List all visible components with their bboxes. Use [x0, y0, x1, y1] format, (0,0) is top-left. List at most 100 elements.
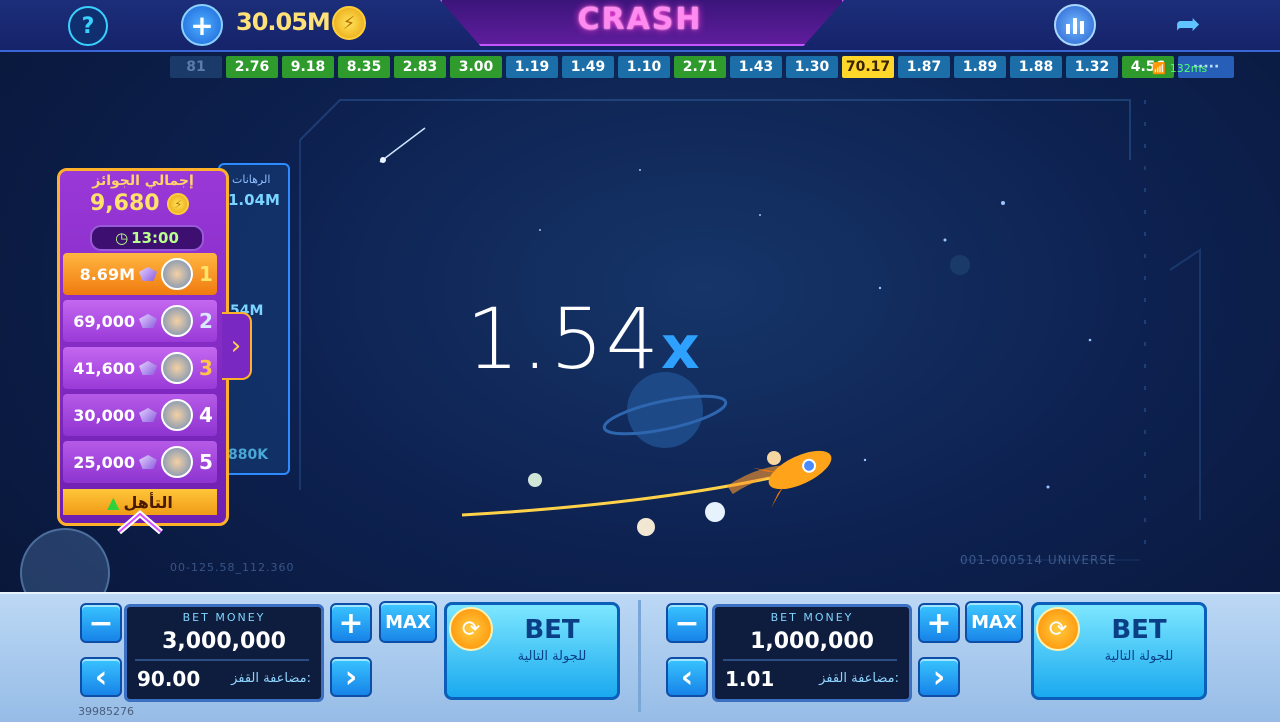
game-title: CRASH: [577, 2, 703, 37]
coin-icon: ⚡: [167, 193, 190, 215]
history-chip: 1.88: [1010, 56, 1062, 78]
history-chip: 1.89: [954, 56, 1006, 78]
avatar: [161, 305, 193, 337]
decrease-bet-button[interactable]: −: [80, 603, 122, 643]
auto-cashout-label: مضاعفة القفز:: [819, 671, 899, 686]
user-id: 39985276: [78, 705, 134, 718]
leaderboard-row[interactable]: 41,600 3: [63, 347, 217, 389]
max-label: MAX: [971, 611, 1017, 633]
question-icon: ?: [81, 13, 95, 39]
stats-button[interactable]: [1054, 4, 1096, 46]
multiplier-value: 1.54: [466, 290, 662, 388]
chevron-up-icon: [117, 510, 163, 535]
astronaut-2: [637, 518, 655, 536]
panel-divider: [638, 600, 641, 712]
auto-cashout-value: 1.01: [725, 667, 775, 691]
leaderboard-row[interactable]: 30,000 4: [63, 394, 217, 436]
chevron-right-icon: ›: [932, 659, 946, 695]
ping-value: 132ms: [1169, 62, 1208, 75]
side-bets-header: الرهانات: [232, 173, 271, 186]
history-chip: 1.87: [898, 56, 950, 78]
history-chip: 1.32: [1066, 56, 1118, 78]
gem-icon: [139, 361, 157, 375]
auto-cashout-label: مضاعفة القفز:: [231, 671, 311, 686]
timer-value: 13:00: [131, 229, 179, 247]
row-rank: 3: [199, 356, 213, 380]
history-chip: 1.30: [786, 56, 838, 78]
astronaut-rider: [767, 451, 781, 465]
history-chip: 9.18: [282, 56, 334, 78]
clock-icon: ◷: [115, 229, 129, 247]
row-rank: 5: [199, 450, 213, 474]
decrease-bet-button[interactable]: −: [666, 603, 708, 643]
chevron-left-icon: ‹: [680, 659, 694, 695]
bet-amount-box[interactable]: BET MONEY 3,000,000 90.00 مضاعفة القفز:: [124, 604, 324, 702]
history-chip: 1.10: [618, 56, 670, 78]
avatar: [161, 258, 193, 290]
next-multiplier-button[interactable]: ›: [918, 657, 960, 697]
history-chip: 2.76: [226, 56, 278, 78]
coin-icon: ⚡: [332, 6, 366, 40]
row-amount: 41,600: [73, 358, 135, 378]
increase-bet-button[interactable]: +: [330, 603, 372, 643]
collapse-leaderboard-button[interactable]: [113, 508, 167, 536]
row-amount: 30,000: [73, 405, 135, 425]
bet-amount-box[interactable]: BET MONEY 1,000,000 1.01 مضاعفة القفز:: [712, 604, 912, 702]
leaderboard-row[interactable]: 69,000 2: [63, 300, 217, 342]
astronaut-3: [705, 502, 725, 522]
gem-icon: [139, 408, 157, 422]
max-label: MAX: [385, 611, 431, 633]
network-status: 📶 132ms: [1152, 62, 1207, 75]
auto-bet-icon[interactable]: ⟳: [449, 607, 493, 651]
history-chip: 8.35: [338, 56, 390, 78]
chevron-right-icon: ›: [230, 331, 242, 361]
share-button[interactable]: ➦: [1168, 6, 1208, 42]
shooting-star: [379, 127, 426, 163]
chevron-left-icon: ‹: [94, 659, 108, 695]
side-bet-value-4: 880K: [228, 447, 269, 463]
max-bet-button[interactable]: MAX: [965, 601, 1023, 643]
prev-multiplier-button[interactable]: ‹: [666, 657, 708, 697]
leaderboard-row[interactable]: 25,000 5: [63, 441, 217, 483]
avatar: [161, 446, 193, 478]
history-chip: 1.49: [562, 56, 614, 78]
plus-icon: +: [190, 8, 214, 42]
multiplier-history: 81 2.76 9.18 8.35 2.83 3.00 1.19 1.49 1.10 2.71 1.…: [170, 56, 1234, 80]
gem-icon: [139, 314, 157, 328]
leaderboard-timer: ◷ 13:00: [90, 225, 204, 251]
share-arrow-icon: ➦: [1175, 6, 1201, 42]
hud-frame-right-inner: [1169, 248, 1201, 520]
multiplier-suffix: x: [661, 313, 702, 383]
auto-bet-icon[interactable]: ⟳: [1036, 607, 1080, 651]
expand-leaderboard-button[interactable]: ›: [222, 312, 252, 380]
bet-button[interactable]: ⟳ BET للجولة التالية: [444, 602, 620, 700]
leaderboard-total-value: 9,680: [90, 191, 160, 216]
row-amount: 8.69M: [79, 264, 135, 284]
history-chip: 2.71: [674, 56, 726, 78]
row-rank: 1: [199, 262, 213, 286]
increase-bet-button[interactable]: +: [918, 603, 960, 643]
bet-sublabel: للجولة التالية: [1104, 649, 1174, 664]
moon: [950, 255, 970, 275]
shooting-star-head: [380, 157, 386, 163]
help-button[interactable]: ?: [68, 6, 108, 46]
prev-multiplier-button[interactable]: ‹: [80, 657, 122, 697]
bet-label: BET: [524, 615, 580, 645]
row-rank: 4: [199, 403, 213, 427]
current-multiplier: 1.54x: [466, 290, 702, 388]
row-amount: 69,000: [73, 311, 135, 331]
history-chip: 1.43: [730, 56, 782, 78]
add-balance-button[interactable]: +: [181, 4, 223, 46]
astronaut-1: [528, 473, 542, 487]
divider: [135, 659, 309, 661]
bet-label: BET: [1111, 615, 1167, 645]
max-bet-button[interactable]: MAX: [379, 601, 437, 643]
bet-sublabel: للجولة التالية: [517, 649, 587, 664]
row-amount: 25,000: [73, 452, 135, 472]
next-multiplier-button[interactable]: ›: [330, 657, 372, 697]
bet-button[interactable]: ⟳ BET للجولة التالية: [1031, 602, 1207, 700]
row-rank: 2: [199, 309, 213, 333]
wifi-icon: 📶: [1152, 62, 1166, 75]
leaderboard-row[interactable]: 8.69M 1: [63, 253, 217, 295]
leaderboard-panel: إجمالي الجوائز 9,680 ⚡ ◷ 13:00 8.69M 1 69,…: [57, 168, 229, 526]
